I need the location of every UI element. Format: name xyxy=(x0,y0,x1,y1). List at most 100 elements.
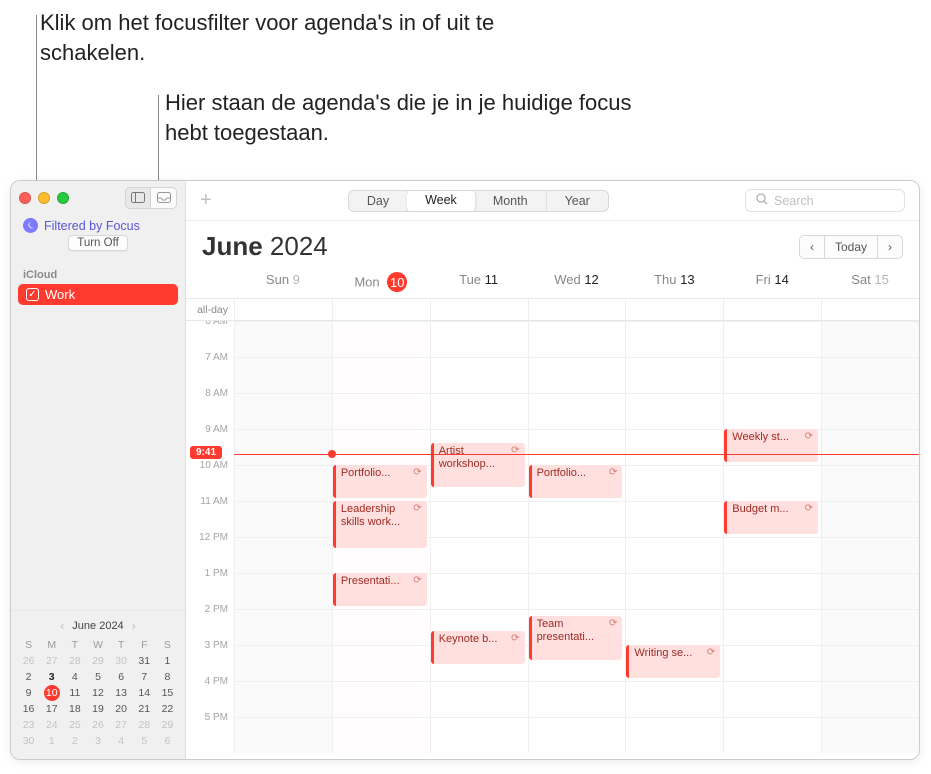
grid-cell[interactable] xyxy=(821,429,919,465)
event[interactable]: Artist workshop...⟳ xyxy=(431,443,525,487)
mini-day[interactable]: 23 xyxy=(17,717,40,733)
grid-cell[interactable] xyxy=(528,357,626,393)
grid-cell[interactable] xyxy=(625,681,723,717)
grid-cell[interactable] xyxy=(723,717,821,753)
grid-cell[interactable] xyxy=(528,537,626,573)
add-event-button[interactable]: + xyxy=(200,189,212,212)
event[interactable]: Team presentati...⟳ xyxy=(529,616,623,660)
mini-next-month[interactable]: › xyxy=(132,619,136,633)
grid-cell[interactable] xyxy=(528,717,626,753)
grid-cell[interactable] xyxy=(723,645,821,681)
week-grid[interactable]: 6 AM7 AM8 AM9 AM10 AM11 AM12 PM1 PM2 PM3… xyxy=(186,321,919,759)
grid-cell[interactable] xyxy=(332,681,430,717)
mini-day[interactable]: 20 xyxy=(110,701,133,717)
grid-cell[interactable] xyxy=(332,609,430,645)
mini-day[interactable]: 18 xyxy=(63,701,86,717)
grid-cell[interactable] xyxy=(234,465,332,501)
mini-day[interactable]: 17 xyxy=(40,701,63,717)
mini-day[interactable]: 6 xyxy=(110,669,133,685)
event[interactable]: Weekly st...⟳ xyxy=(724,429,818,462)
search-input[interactable] xyxy=(774,194,894,208)
mini-day[interactable]: 27 xyxy=(110,717,133,733)
mini-day[interactable]: 11 xyxy=(63,685,86,701)
grid-cell[interactable] xyxy=(625,357,723,393)
today-button[interactable]: Today xyxy=(825,235,877,259)
grid-cell[interactable] xyxy=(625,537,723,573)
grid-cell[interactable] xyxy=(723,465,821,501)
event[interactable]: Budget m...⟳ xyxy=(724,501,818,534)
mini-day[interactable]: 4 xyxy=(63,669,86,685)
grid-cell[interactable] xyxy=(332,321,430,357)
grid-cell[interactable] xyxy=(625,573,723,609)
grid-cell[interactable] xyxy=(528,393,626,429)
grid-cell[interactable] xyxy=(625,501,723,537)
grid-cell[interactable] xyxy=(332,357,430,393)
focus-filter-indicator[interactable]: Filtered by Focus xyxy=(11,214,185,235)
mini-day[interactable]: 28 xyxy=(133,717,156,733)
view-day[interactable]: Day xyxy=(349,191,408,211)
grid-cell[interactable] xyxy=(821,717,919,753)
mini-day[interactable]: 8 xyxy=(156,669,179,685)
mini-day[interactable]: 16 xyxy=(17,701,40,717)
grid-cell[interactable] xyxy=(430,681,528,717)
minimize-button[interactable] xyxy=(38,192,50,204)
close-button[interactable] xyxy=(19,192,31,204)
grid-cell[interactable] xyxy=(234,321,332,357)
mini-day[interactable]: 22 xyxy=(156,701,179,717)
grid-cell[interactable] xyxy=(625,717,723,753)
event[interactable]: Keynote b...⟳ xyxy=(431,631,525,664)
grid-cell[interactable] xyxy=(234,645,332,681)
mini-day[interactable]: 2 xyxy=(17,669,40,685)
grid-cell[interactable] xyxy=(332,429,430,465)
next-week-button[interactable]: › xyxy=(877,235,903,259)
day-header[interactable]: Fri 14 xyxy=(723,272,821,292)
day-header[interactable]: Tue 11 xyxy=(430,272,528,292)
mini-day[interactable]: 9 xyxy=(17,685,40,701)
grid-cell[interactable] xyxy=(723,681,821,717)
grid-cell[interactable] xyxy=(723,321,821,357)
grid-cell[interactable] xyxy=(821,573,919,609)
grid-cell[interactable] xyxy=(332,717,430,753)
day-header[interactable]: Sat 15 xyxy=(821,272,919,292)
mini-day[interactable]: 7 xyxy=(133,669,156,685)
grid-cell[interactable] xyxy=(430,717,528,753)
grid-cell[interactable] xyxy=(821,465,919,501)
grid-cell[interactable] xyxy=(625,429,723,465)
mini-day[interactable]: 29 xyxy=(86,653,109,669)
grid-cell[interactable] xyxy=(332,645,430,681)
mini-day[interactable]: 5 xyxy=(86,669,109,685)
grid-cell[interactable] xyxy=(821,681,919,717)
calendar-checkbox[interactable]: ✓ xyxy=(26,288,39,301)
toggle-sidebar-button[interactable] xyxy=(125,187,151,209)
grid-cell[interactable] xyxy=(625,393,723,429)
mini-day[interactable]: 30 xyxy=(110,653,133,669)
grid-cell[interactable] xyxy=(430,393,528,429)
grid-cell[interactable] xyxy=(430,537,528,573)
prev-week-button[interactable]: ‹ xyxy=(799,235,825,259)
event[interactable]: Portfolio...⟳ xyxy=(333,465,427,498)
mini-day[interactable]: 19 xyxy=(86,701,109,717)
grid-cell[interactable] xyxy=(821,609,919,645)
grid-cell[interactable] xyxy=(821,357,919,393)
grid-cell[interactable] xyxy=(234,573,332,609)
grid-cell[interactable] xyxy=(528,573,626,609)
grid-cell[interactable] xyxy=(234,357,332,393)
mini-day[interactable]: 24 xyxy=(40,717,63,733)
grid-cell[interactable] xyxy=(234,429,332,465)
grid-cell[interactable] xyxy=(528,501,626,537)
grid-cell[interactable] xyxy=(723,393,821,429)
day-header[interactable]: Mon 10 xyxy=(332,272,430,292)
mini-day[interactable]: 30 xyxy=(17,733,40,749)
grid-cell[interactable] xyxy=(625,465,723,501)
event[interactable]: Writing se...⟳ xyxy=(626,645,720,678)
mini-day[interactable]: 3 xyxy=(40,669,63,685)
grid-cell[interactable] xyxy=(528,321,626,357)
grid-cell[interactable] xyxy=(821,501,919,537)
day-header[interactable]: Thu 13 xyxy=(625,272,723,292)
grid-cell[interactable] xyxy=(821,645,919,681)
grid-cell[interactable] xyxy=(723,573,821,609)
grid-cell[interactable] xyxy=(430,321,528,357)
focus-turnoff-button[interactable]: Turn Off xyxy=(68,235,128,251)
grid-cell[interactable] xyxy=(234,609,332,645)
event[interactable]: Presentati...⟳ xyxy=(333,573,427,606)
